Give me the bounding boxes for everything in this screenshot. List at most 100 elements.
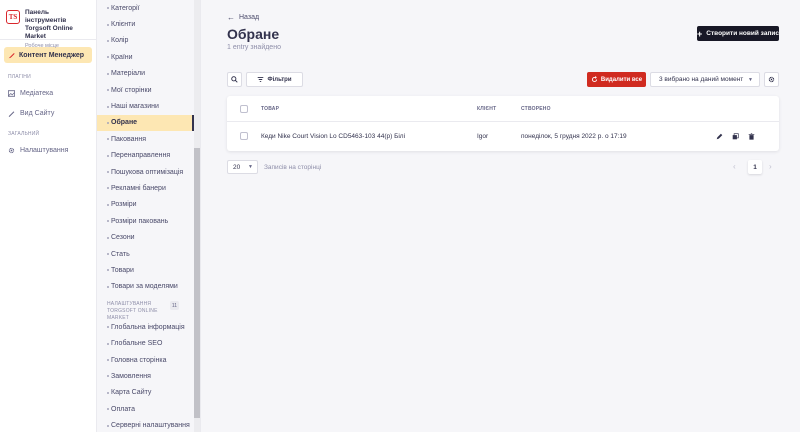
image-icon xyxy=(8,89,15,97)
entries-table: ТОВАР КЛІЄНТ СТВОРЕНО Кеди Nike Court Vi… xyxy=(227,96,779,151)
collection-item[interactable]: Замовлення xyxy=(97,368,193,384)
column-header-client[interactable]: КЛІЄНТ xyxy=(477,106,496,112)
page-button-current[interactable]: 1 xyxy=(748,160,762,174)
collection-item-label: Розміри паковань xyxy=(111,217,169,225)
collection-item-label: Серверні налаштування xyxy=(111,422,190,430)
create-entry-button[interactable]: + Створити новий запис xyxy=(697,26,779,41)
pagination-bar: 20 ▼ Записів на сторінці ‹ 1 › xyxy=(227,160,779,175)
collection-item-label: Пошукова оптимізація xyxy=(111,168,184,176)
collection-item-label: Товари за моделями xyxy=(111,283,178,291)
chevron-down-icon: ▼ xyxy=(248,164,253,170)
collection-item-label: Глобальна інформація xyxy=(111,323,185,331)
filters-label: Фільтри xyxy=(267,76,292,83)
collection-item[interactable]: Стать xyxy=(97,246,193,262)
row-checkbox[interactable] xyxy=(240,132,248,140)
delete-all-button[interactable]: Видалити все xyxy=(587,72,646,87)
collection-sidebar: Категорії Клієнти Колір Країни Матеріали Мої … xyxy=(97,0,201,432)
brand-title-line2: Torgsoft Online Market xyxy=(25,25,73,40)
collection-item-label: Колір xyxy=(111,37,129,45)
collection-item[interactable]: Перенаправлення xyxy=(97,148,193,164)
brand-subtitle: Робоче місце xyxy=(25,43,59,49)
collection-item-label: Глобальне SEO xyxy=(111,340,163,348)
create-entry-label: Створити новий запис xyxy=(706,30,779,37)
nav-item-media-library[interactable]: Медіатека xyxy=(0,86,96,100)
chevron-down-icon: ▼ xyxy=(748,76,753,83)
collection-item[interactable]: Товари за моделями xyxy=(97,279,193,295)
brand-title-line1: Панель інструментів xyxy=(25,9,67,24)
cell-created: понеділок, 5 грудня 2022 р. о 17:19 xyxy=(521,133,627,140)
brand-logo-icon: TS xyxy=(6,10,20,24)
collection-item-label: Замовлення xyxy=(111,372,151,380)
trash-icon[interactable] xyxy=(748,133,755,140)
arrow-left-icon: ← xyxy=(227,13,235,22)
brand[interactable]: TS Панель інструментів Torgsoft Online M… xyxy=(0,0,96,49)
nav-item-label: Вид Сайту xyxy=(20,109,55,117)
collection-item-label: Стать xyxy=(111,250,130,258)
per-page-value: 20 xyxy=(233,163,241,171)
search-button[interactable] xyxy=(227,72,242,87)
collection-item[interactable]: Глобальна інформація xyxy=(97,319,193,335)
nav-item-settings[interactable]: Налаштування xyxy=(0,143,96,157)
collection-item[interactable]: Рекламні банери xyxy=(97,180,193,196)
collection-item-label: Категорії xyxy=(111,4,140,12)
collection-item-label: Сезони xyxy=(111,234,135,242)
collection-item[interactable]: Пошукова оптимізація xyxy=(97,164,193,180)
table-settings-button[interactable] xyxy=(764,72,779,87)
select-all-checkbox[interactable] xyxy=(240,105,248,113)
collection-item-label: Обране xyxy=(111,119,138,127)
collection-item[interactable]: Матеріали xyxy=(97,66,193,82)
scrollbar-thumb[interactable] xyxy=(194,148,200,418)
collection-item[interactable]: Обране xyxy=(97,114,194,132)
pencil-icon[interactable] xyxy=(716,133,723,140)
nav-section-plugins: ПЛАГІНИ xyxy=(8,74,31,80)
nav-item-label: Медіатека xyxy=(20,89,54,97)
brand-logo-text: TS xyxy=(8,13,18,21)
collection-item[interactable]: Оплата xyxy=(97,401,193,417)
collection-item-label: Оплата xyxy=(111,405,136,413)
collection-item[interactable]: Категорії xyxy=(97,0,193,16)
collection-item[interactable]: Колір xyxy=(97,33,193,49)
collection-item[interactable]: Карта Сайту xyxy=(97,385,193,401)
duplicate-icon[interactable] xyxy=(732,133,739,140)
delete-all-label: Видалити все xyxy=(600,76,643,83)
layout-icon xyxy=(8,110,15,117)
collection-scrollbar[interactable] xyxy=(194,0,200,432)
collection-list: Категорії Клієнти Колір Країни Матеріали Мої … xyxy=(97,0,194,432)
selection-dropdown[interactable]: 3 вибрано на даний момент ▼ xyxy=(650,72,760,87)
collection-item-label: Розміри xyxy=(111,201,137,209)
next-page-button[interactable]: › xyxy=(769,162,772,171)
app-sidebar: TS Панель інструментів Torgsoft Online M… xyxy=(0,0,97,432)
back-label: Назад xyxy=(239,14,260,21)
collection-item[interactable]: Головна сторінка xyxy=(97,352,193,368)
per-page-select[interactable]: 20 ▼ xyxy=(227,160,258,174)
collection-item[interactable]: Наші магазини xyxy=(97,98,193,114)
filters-button[interactable]: Фільтри xyxy=(246,72,303,87)
collection-group-header[interactable]: НАЛАШТУВАННЯ TORGSOFT ONLINE MARKET 11 xyxy=(97,295,193,321)
page-title: Обране xyxy=(227,26,280,42)
feather-icon xyxy=(8,52,15,58)
collection-item[interactable]: Серверні налаштування xyxy=(97,417,193,432)
collection-item[interactable]: Розміри паковань xyxy=(97,213,193,229)
collection-item-label: Рекламні банери xyxy=(111,184,166,192)
table-row[interactable]: Кеди Nike Court Vision Lo CD5463-103 44(… xyxy=(227,122,779,151)
collection-item[interactable]: Товари xyxy=(97,262,193,278)
column-header-product[interactable]: ТОВАР xyxy=(261,106,279,112)
prev-page-button[interactable]: ‹ xyxy=(733,162,736,171)
nav-item-label: Контент Менеджер xyxy=(19,51,85,59)
collection-item[interactable]: Клієнти xyxy=(97,16,193,32)
cell-product: Кеди Nike Court Vision Lo CD5463-103 44(… xyxy=(261,133,406,140)
collection-item-label: Країни xyxy=(111,53,133,61)
collection-item[interactable]: Сезони xyxy=(97,229,193,245)
nav-section-general: ЗАГАЛЬНИЙ xyxy=(8,131,40,137)
column-header-created[interactable]: СТВОРЕНО xyxy=(521,106,551,112)
nav-item-site-view[interactable]: Вид Сайту xyxy=(0,106,96,120)
collection-item[interactable]: Країни xyxy=(97,49,193,65)
collection-item[interactable]: Розміри xyxy=(97,197,193,213)
back-link[interactable]: ← Назад xyxy=(227,13,259,22)
collection-item[interactable]: Мої сторінки xyxy=(97,82,193,98)
per-page-label: Записів на сторінці xyxy=(264,164,322,171)
main-content: ← Назад Обране 1 entry знайдено + Створи… xyxy=(201,0,800,432)
entries-found: 1 entry знайдено xyxy=(227,44,281,51)
collection-item[interactable]: Глобальне SEO xyxy=(97,335,193,351)
collection-item[interactable]: Паковання xyxy=(97,131,193,147)
